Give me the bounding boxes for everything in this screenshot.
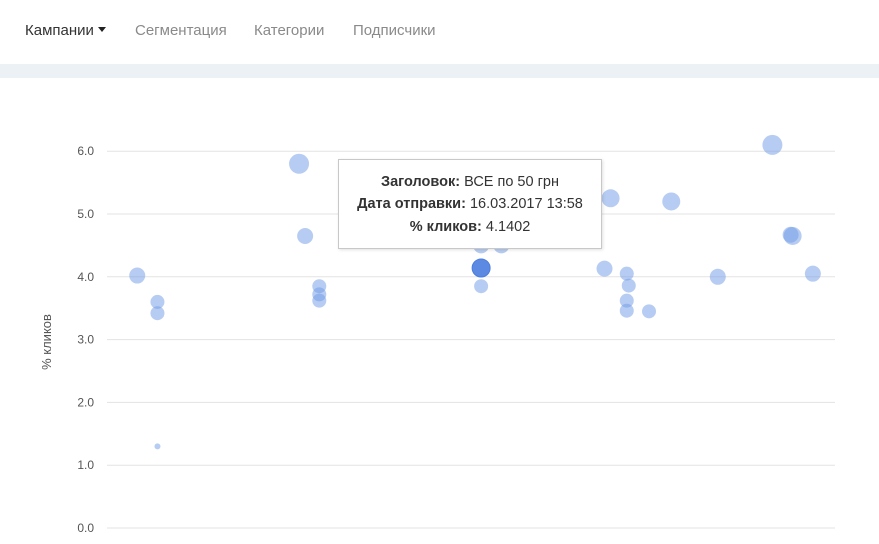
tooltip-date-value: 16.03.2017 13:58 <box>469 196 583 212</box>
nav-item-label: Категории <box>254 22 325 39</box>
scatter-point[interactable] <box>619 303 634 318</box>
nav-item-subscribers[interactable]: Подписчики <box>353 22 436 40</box>
scatter-point[interactable] <box>150 306 165 321</box>
scatter-point[interactable] <box>621 278 636 293</box>
tooltip-title-row: Заголовок: ВСЕ по 50 грн <box>381 174 559 190</box>
tooltip-clicks-row: % кликов: 4.1402 <box>409 219 531 235</box>
scatter-point[interactable] <box>596 260 613 277</box>
scatter-point[interactable] <box>762 134 783 155</box>
scatter-point[interactable] <box>312 293 327 308</box>
nav-item-segmentation[interactable]: Сегментация <box>135 22 227 40</box>
y-tick-label: 4.0 <box>77 270 94 284</box>
scatter-point[interactable] <box>619 266 634 281</box>
tooltip-date-label: Дата отправки <box>357 196 462 212</box>
scatter-chart: 0.0 1.0 2.0 3.0 4.0 5.0 6.0 % кликов <box>0 78 879 539</box>
scatter-point[interactable] <box>601 189 620 208</box>
nav-item-label: Сегментация <box>135 22 227 39</box>
divider-band <box>0 64 879 78</box>
nav-item-campaigns[interactable]: Кампании <box>25 22 106 40</box>
tooltip-clicks-value: 4.1402 <box>485 219 531 235</box>
scatter-point[interactable] <box>662 192 681 211</box>
scatter-point[interactable] <box>129 267 146 284</box>
scatter-point[interactable] <box>154 443 161 450</box>
scatter-point[interactable] <box>474 279 489 294</box>
tooltip-clicks-label: % кликов <box>409 219 478 235</box>
caret-down-icon <box>97 27 106 32</box>
scatter-point[interactable] <box>289 153 310 174</box>
top-navigation: Кампании Сегментация Категории Подписчик… <box>0 0 879 64</box>
scatter-point[interactable] <box>783 226 802 245</box>
y-tick-label: 6.0 <box>77 144 94 158</box>
scatter-point[interactable] <box>709 268 726 285</box>
nav-item-categories[interactable]: Категории <box>254 22 324 40</box>
y-axis-label: % кликов <box>39 314 54 370</box>
y-tick-label: 0.0 <box>77 521 94 535</box>
y-tick-label: 5.0 <box>77 207 94 221</box>
tooltip-date-row: Дата отправки: 16.03.2017 13:58 <box>357 196 583 212</box>
y-tick-label: 2.0 <box>77 395 94 409</box>
chart-tooltip: Заголовок: ВСЕ по 50 грн Дата отправки: … <box>338 159 602 249</box>
nav-item-label: Кампании <box>25 22 94 39</box>
y-tick-label: 3.0 <box>77 333 94 347</box>
scatter-point[interactable] <box>642 304 657 319</box>
nav-item-label: Подписчики <box>353 22 436 39</box>
tooltip-title-value: ВСЕ по 50 грн <box>464 174 559 190</box>
tooltip-title-label: Заголовок <box>381 174 456 190</box>
y-tick-label: 1.0 <box>77 458 94 472</box>
scatter-point[interactable] <box>297 227 314 244</box>
chart-svg: 0.0 1.0 2.0 3.0 4.0 5.0 6.0 % кликов <box>39 134 835 535</box>
scatter-point-highlighted[interactable] <box>471 258 491 278</box>
scatter-point[interactable] <box>804 265 821 282</box>
